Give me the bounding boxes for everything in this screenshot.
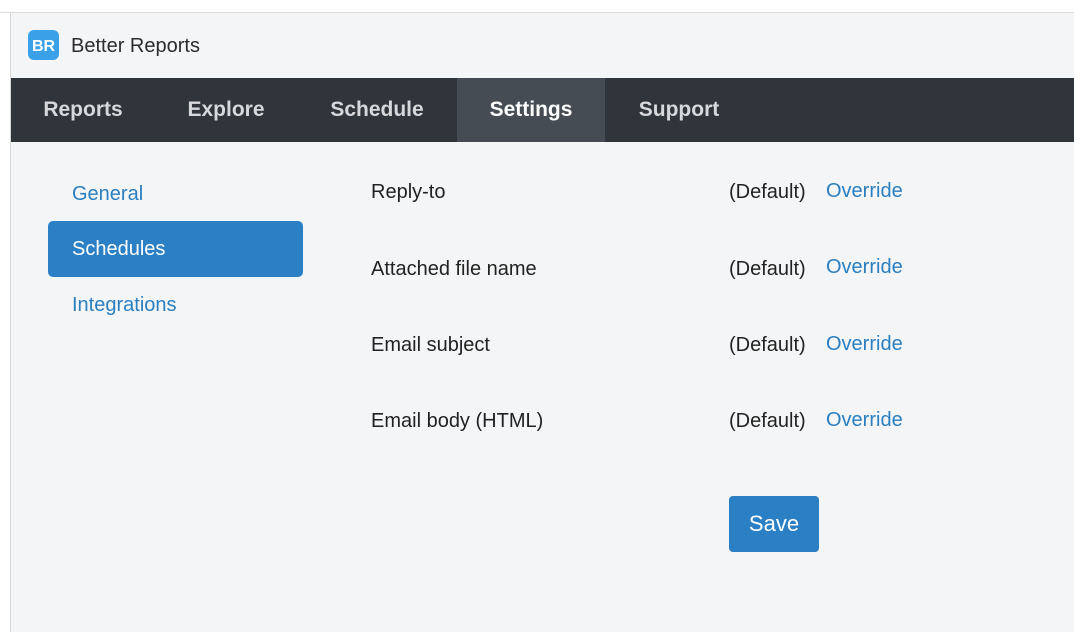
setting-label-email-subject: Email subject bbox=[371, 334, 490, 356]
setting-default-reply-to: (Default) bbox=[729, 181, 806, 203]
nav-tab-schedule[interactable]: Schedule bbox=[297, 78, 457, 142]
app-header: BR Better Reports bbox=[11, 13, 1074, 77]
better-reports-logo-icon: BR bbox=[28, 30, 59, 60]
override-link-attached-file-name[interactable]: Override bbox=[826, 256, 903, 279]
main-nav: Reports Explore Schedule Settings Suppor… bbox=[11, 78, 1074, 142]
setting-default-attached-file-name: (Default) bbox=[729, 258, 806, 280]
save-button[interactable]: Save bbox=[729, 496, 819, 552]
nav-tab-support[interactable]: Support bbox=[605, 78, 753, 142]
setting-default-email-subject: (Default) bbox=[729, 334, 806, 356]
nav-tab-explore[interactable]: Explore bbox=[155, 78, 297, 142]
sidebar-item-integrations[interactable]: Integrations bbox=[48, 277, 303, 333]
sidebar-item-schedules[interactable]: Schedules bbox=[48, 221, 303, 277]
override-link-email-subject[interactable]: Override bbox=[826, 333, 903, 356]
nav-tab-settings[interactable]: Settings bbox=[457, 78, 605, 142]
setting-label-reply-to: Reply-to bbox=[371, 181, 446, 203]
browser-top-strip bbox=[0, 0, 1074, 13]
sidebar-item-general[interactable]: General bbox=[48, 166, 303, 222]
setting-label-attached-file-name: Attached file name bbox=[371, 258, 537, 280]
app-title: Better Reports bbox=[71, 35, 200, 57]
setting-label-email-body: Email body (HTML) bbox=[371, 410, 544, 432]
nav-tab-reports[interactable]: Reports bbox=[11, 78, 155, 142]
svg-text:BR: BR bbox=[32, 38, 56, 55]
override-link-reply-to[interactable]: Override bbox=[826, 180, 903, 203]
setting-default-email-body: (Default) bbox=[729, 410, 806, 432]
app-frame: BR Better Reports Reports Explore Schedu… bbox=[10, 13, 1074, 632]
override-link-email-body[interactable]: Override bbox=[826, 409, 903, 432]
